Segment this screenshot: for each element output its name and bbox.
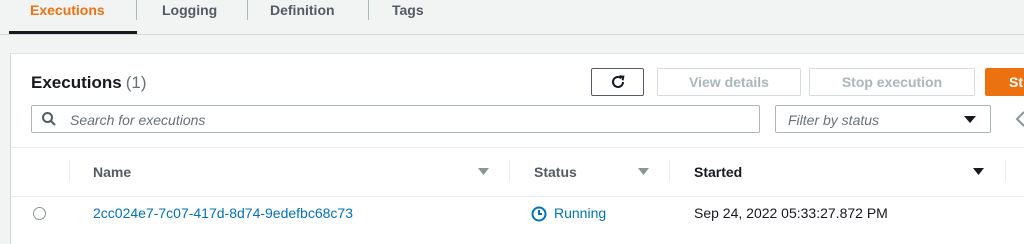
refresh-button[interactable] [591,68,644,96]
tab-divider [136,0,137,20]
caret-down-icon [964,116,976,123]
tab-logging[interactable]: Logging [162,1,217,34]
status-filter-value: Filter by status [788,112,880,128]
panel-heading: Executions (1) [31,73,146,93]
sort-caret-icon[interactable] [478,168,489,176]
column-divider [69,160,70,182]
execution-name-link[interactable]: 2cc024e7-7c07-417d-8d74-9edefbc68c73 [93,205,353,221]
tab-divider [247,0,248,20]
active-tab-indicator [9,31,137,34]
row-select-radio[interactable] [33,207,46,220]
tab-tags[interactable]: Tags [392,1,424,34]
executions-panel: Executions (1) View details Stop executio… [11,54,1024,244]
column-divider [1005,160,1006,182]
view-details-button[interactable]: View details [657,68,801,96]
column-divider [509,160,510,182]
tab-bar: Executions Logging Definition Tags [0,0,1024,35]
status-text: Running [554,205,607,221]
tab-divider [368,0,369,20]
status-cell: Running [531,205,607,222]
start-execution-button[interactable]: St [985,68,1024,96]
sort-caret-icon[interactable] [973,168,984,176]
stop-execution-button[interactable]: Stop execution [809,68,975,96]
column-header-status[interactable]: Status [534,164,577,180]
search-placeholder: Search for executions [70,112,206,128]
tab-executions[interactable]: Executions [30,1,105,34]
search-icon [42,112,56,126]
execution-count: (1) [125,73,147,92]
search-input[interactable]: Search for executions [31,105,760,133]
status-filter-select[interactable]: Filter by status [775,105,991,133]
refresh-icon [611,75,624,88]
column-header-started[interactable]: Started [694,164,742,180]
sort-caret-icon[interactable] [638,168,649,176]
table-row: 2cc024e7-7c07-417d-8d74-9edefbc68c73 Run… [11,195,1024,235]
started-time: Sep 24, 2022 05:33:27.872 PM [694,205,888,221]
panel-title: Executions [31,73,122,92]
chevron-left-icon[interactable] [1014,111,1024,127]
table-header: Name Status Started [11,147,1024,197]
column-header-name[interactable]: Name [93,164,131,180]
column-divider [669,160,670,182]
tab-definition[interactable]: Definition [270,1,335,34]
clock-icon [531,206,547,222]
